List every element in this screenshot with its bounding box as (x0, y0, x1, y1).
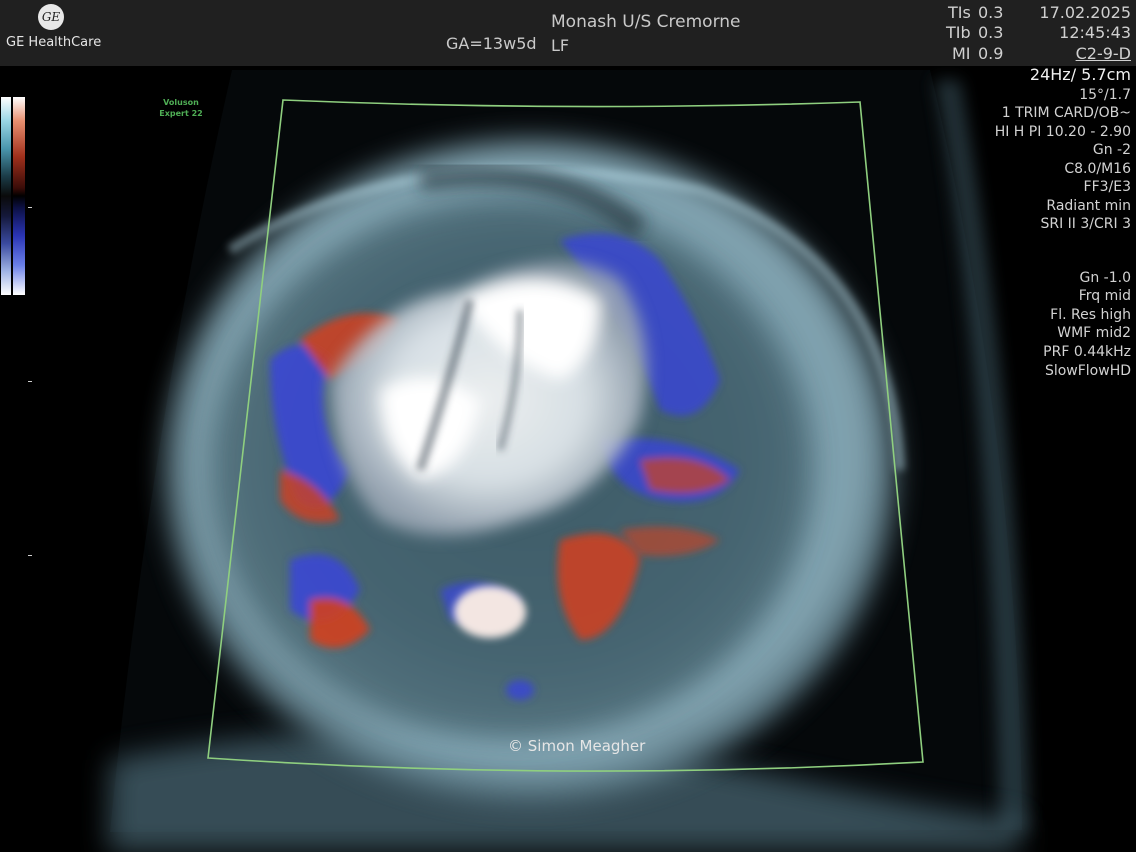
color-gain: Gn -1.0 (1079, 270, 1132, 286)
prf-setting: PRF 0.44kHz (1043, 344, 1131, 360)
mi-label: MI (952, 44, 971, 63)
color-frequency: Frq mid (1078, 288, 1131, 304)
ultrasound-scan (108, 70, 1030, 852)
dynamic-setting: C8.0/M16 (1064, 161, 1131, 177)
tis-label: TIs (948, 3, 971, 22)
application-preset: 1 TRIM CARD/OB~ (1001, 105, 1131, 121)
flow-mode: SlowFlowHD (1044, 363, 1131, 379)
filter-setting: FF3/E3 (1083, 179, 1131, 195)
ge-logo-icon: GE (38, 4, 64, 30)
flow-resolution: Fl. Res high (1050, 307, 1131, 323)
tib-value: 0.3 (978, 23, 1004, 42)
logo-text: GE HealthCare (6, 35, 102, 50)
scale-tick (28, 207, 32, 208)
wall-motion-filter: WMF mid2 (1057, 325, 1131, 341)
ultrasound-screen: GE GE HealthCare GA=13w5d Monash U/S Cre… (0, 0, 1136, 852)
ultrasound-image: Voluson Expert 22 24Hz/ 5.7cm 15°/1.7 1 … (0, 66, 1136, 852)
scale-tick (28, 381, 32, 382)
color-map-bar (1, 97, 11, 295)
velocity-scale-bar (13, 97, 25, 295)
gain-setting: Gn -2 (1092, 142, 1131, 158)
probe-preset-link[interactable]: C2-9-D (1076, 44, 1131, 63)
gestational-age: GA=13w5d (446, 34, 537, 53)
sri-setting: SRI II 3/CRI 3 (1040, 216, 1131, 232)
mi-value: 0.9 (978, 44, 1004, 63)
site-name: Monash U/S Cremorne (551, 12, 741, 32)
tib-label: TIb (946, 23, 971, 42)
voluson-brand: Voluson Expert 22 (159, 98, 203, 118)
header-bar: GE GE HealthCare GA=13w5d Monash U/S Cre… (0, 0, 1136, 66)
harmonic-setting: HI H PI 10.20 - 2.90 (994, 124, 1131, 140)
ge-healthcare-logo: GE GE HealthCare (6, 4, 102, 58)
descending-aorta (454, 586, 526, 638)
probe-label: LF (551, 36, 570, 55)
frame-rate-depth: 24Hz/ 5.7cm (1029, 65, 1131, 84)
scale-tick (28, 555, 32, 556)
exam-time: 12:45:43 (1059, 23, 1131, 42)
tis-value: 0.3 (978, 3, 1004, 22)
exam-date: 17.02.2025 (1039, 3, 1131, 22)
radiant-setting: Radiant min (1046, 198, 1131, 214)
copyright-watermark: © Simon Meagher (508, 737, 646, 755)
sector-angle: 15°/1.7 (1079, 87, 1131, 103)
